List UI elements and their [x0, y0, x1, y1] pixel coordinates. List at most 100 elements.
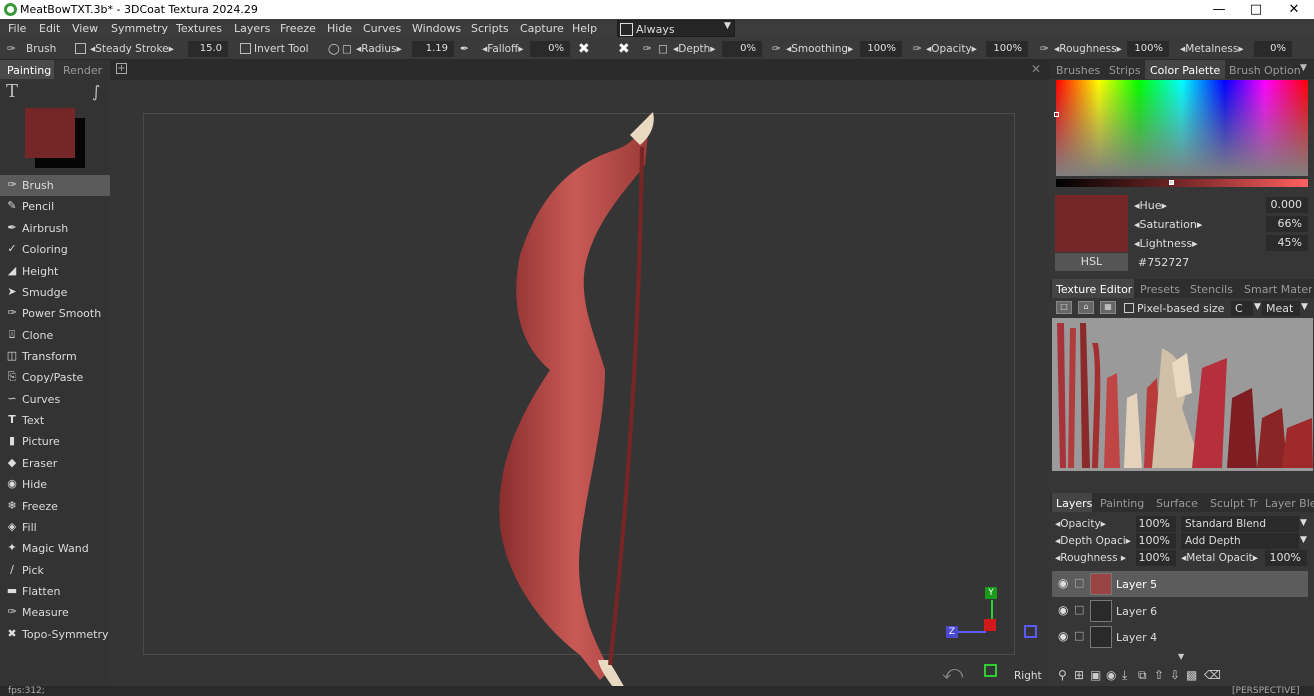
layer-row-5[interactable]: ◉ □ Layer 5 [1052, 571, 1308, 597]
add-layer-icon[interactable]: ⊞ [1074, 668, 1084, 682]
metal-opacity-label[interactable]: ◂Metal Opacit▸ [1181, 552, 1258, 564]
lock-icon[interactable]: □ [1074, 629, 1084, 642]
grid-icon[interactable]: ▦ [1100, 301, 1116, 314]
tool-coloring[interactable]: ✓ Coloring [0, 239, 110, 260]
tool-picture[interactable]: ▮ Picture [0, 431, 110, 452]
texture-preview[interactable] [1052, 318, 1313, 471]
menu-symmetry[interactable]: Symmetry [111, 22, 168, 35]
close-button[interactable]: ✕ [1274, 1, 1314, 18]
menu-edit[interactable]: Edit [39, 22, 60, 35]
layer-opacity-value[interactable]: 100% [1136, 516, 1176, 532]
layer-roughness-value[interactable]: 100% [1136, 550, 1176, 566]
tool-airbrush[interactable]: ✒ Airbrush [0, 218, 110, 239]
tool-freeze[interactable]: ❄ Freeze [0, 496, 110, 517]
tool-magic-wand[interactable]: ✦ Magic Wand [0, 538, 110, 559]
layer-row-6[interactable]: ◉ □ Layer 6 [1052, 598, 1308, 624]
saturation-label[interactable]: ◂Saturation▸ [1134, 218, 1202, 231]
file-icon[interactable]: □ [1056, 301, 1072, 314]
maximize-button[interactable]: □ [1236, 1, 1276, 18]
panel-menu-icon[interactable]: ▼ [1300, 63, 1307, 73]
pen-pressure-icon[interactable]: ✒ [460, 43, 469, 55]
lightness-value[interactable]: 45% [1266, 235, 1308, 251]
radius-label[interactable]: ◂Radius▸ [356, 43, 402, 55]
roughness-label[interactable]: ◂Roughness▸ [1054, 43, 1122, 55]
export-layer-icon[interactable]: ▩ [1186, 668, 1197, 682]
lock-icon[interactable]: □ [342, 43, 352, 55]
tab-layer-blending[interactable]: Layer Ble [1265, 497, 1314, 510]
eye-icon[interactable]: ◉ [1058, 629, 1068, 643]
opacity-value[interactable]: 100% [986, 41, 1028, 57]
primary-color-swatch[interactable] [25, 108, 75, 158]
tool-pencil[interactable]: ✎ Pencil [0, 196, 110, 217]
tool-flatten[interactable]: ▬ Flatten [0, 581, 110, 602]
add-folder-icon[interactable]: ▣ [1090, 668, 1101, 682]
lock-icon[interactable]: □ [1074, 603, 1084, 616]
tool-eraser[interactable]: ◆ Eraser [0, 453, 110, 474]
move-up-icon[interactable]: ⇧ [1154, 668, 1164, 682]
menu-file[interactable]: File [8, 22, 26, 35]
green-cube-icon[interactable] [984, 664, 997, 677]
radius-value[interactable]: 1.19 [412, 41, 454, 57]
view-cube-icon[interactable] [1024, 625, 1037, 638]
tab-options[interactable]: Options [1264, 64, 1300, 77]
close-viewport-icon[interactable]: ✕ [1031, 62, 1041, 76]
material-select[interactable]: Meat [1262, 301, 1300, 316]
chevron-down-icon[interactable]: ▼ [1178, 652, 1184, 661]
tab-presets[interactable]: Presets [1140, 283, 1180, 296]
tab-render[interactable]: Render [63, 64, 102, 77]
tool-brush[interactable]: ✑ Brush [0, 175, 110, 196]
steady-stroke-label[interactable]: ◂Steady Stroke▸ [90, 43, 174, 55]
tab-texture-editor[interactable]: Texture Editor [1056, 283, 1132, 296]
metal-opacity-value[interactable]: 100% [1265, 550, 1307, 566]
metalness-value[interactable]: 0% [1254, 41, 1292, 57]
tool-transform[interactable]: ◫ Transform [0, 346, 110, 367]
channel-select[interactable]: C [1231, 301, 1253, 316]
color-picker-cursor[interactable] [1054, 112, 1059, 117]
menu-capture[interactable]: Capture [520, 22, 564, 35]
lightness-slider-handle[interactable] [1169, 180, 1174, 185]
invert-tool-checkbox[interactable] [240, 43, 251, 54]
minimize-button[interactable]: — [1199, 1, 1239, 18]
tool-hide[interactable]: ◉ Hide [0, 474, 110, 495]
menu-hide[interactable]: Hide [327, 22, 352, 35]
tab-painting-layers[interactable]: Painting [1100, 497, 1144, 510]
blend-mode-select[interactable]: Standard Blend [1181, 516, 1299, 532]
move-down-icon[interactable]: ⇩ [1170, 668, 1180, 682]
tool-height[interactable]: ◢ Height [0, 261, 110, 282]
merge-down-icon[interactable]: ⤓ [1122, 668, 1127, 683]
lock-icon-2[interactable]: □ [658, 43, 668, 55]
hex-value[interactable]: #752727 [1138, 256, 1189, 269]
metalness-label[interactable]: ◂Metalness▸ [1180, 43, 1244, 55]
saturation-value[interactable]: 66% [1266, 216, 1308, 232]
tab-sculpt-tree[interactable]: Sculpt Tr [1210, 497, 1257, 510]
tab-brushes[interactable]: Brushes [1056, 64, 1100, 77]
layer-opacity-label[interactable]: ◂Opacity▸ [1055, 518, 1106, 530]
depth-opacity-value[interactable]: 100% [1136, 533, 1176, 549]
falloff-value[interactable]: 0% [530, 41, 570, 57]
menu-freeze[interactable]: Freeze [280, 22, 316, 35]
tab-smart-materials[interactable]: Smart Materi [1244, 283, 1312, 296]
hsl-mode-button[interactable]: HSL [1055, 253, 1128, 271]
steady-stroke-checkbox[interactable] [75, 43, 86, 54]
tool-clone[interactable]: ⍍ Clone [0, 325, 110, 346]
tool-power-smooth[interactable]: ✑ Power Smooth [0, 303, 110, 324]
duplicate-layer-icon[interactable]: ⧉ [1138, 668, 1147, 683]
falloff-label[interactable]: ◂Falloff▸ [482, 43, 524, 55]
layer-row-4[interactable]: ◉ □ Layer 4 [1052, 624, 1308, 650]
tool-curves[interactable]: ∽ Curves [0, 389, 110, 410]
hue-label[interactable]: ◂Hue▸ [1134, 199, 1167, 212]
menu-windows[interactable]: Windows [412, 22, 461, 35]
tab-painting[interactable]: Painting [7, 64, 51, 77]
depth-mode-select[interactable]: Add Depth [1181, 533, 1299, 549]
delete-layer-icon[interactable]: ⌫ [1204, 668, 1221, 682]
tool-pick[interactable]: ∕ Pick [0, 560, 110, 581]
depth-opacity-label[interactable]: ◂Depth Opaci▸ [1055, 535, 1131, 547]
pixel-based-checkbox[interactable] [1124, 303, 1134, 313]
menu-textures[interactable]: Textures [176, 22, 222, 35]
pen-nib-icon[interactable]: ∫ [92, 82, 100, 101]
tab-color-palette[interactable]: Color Palette [1150, 64, 1220, 77]
always-checkbox[interactable] [620, 23, 633, 36]
tab-layers[interactable]: Layers [1056, 497, 1092, 510]
steady-stroke-value[interactable]: 15.0 [188, 41, 228, 57]
tool-copy-paste[interactable]: ⎘ Copy/Paste [0, 367, 110, 388]
